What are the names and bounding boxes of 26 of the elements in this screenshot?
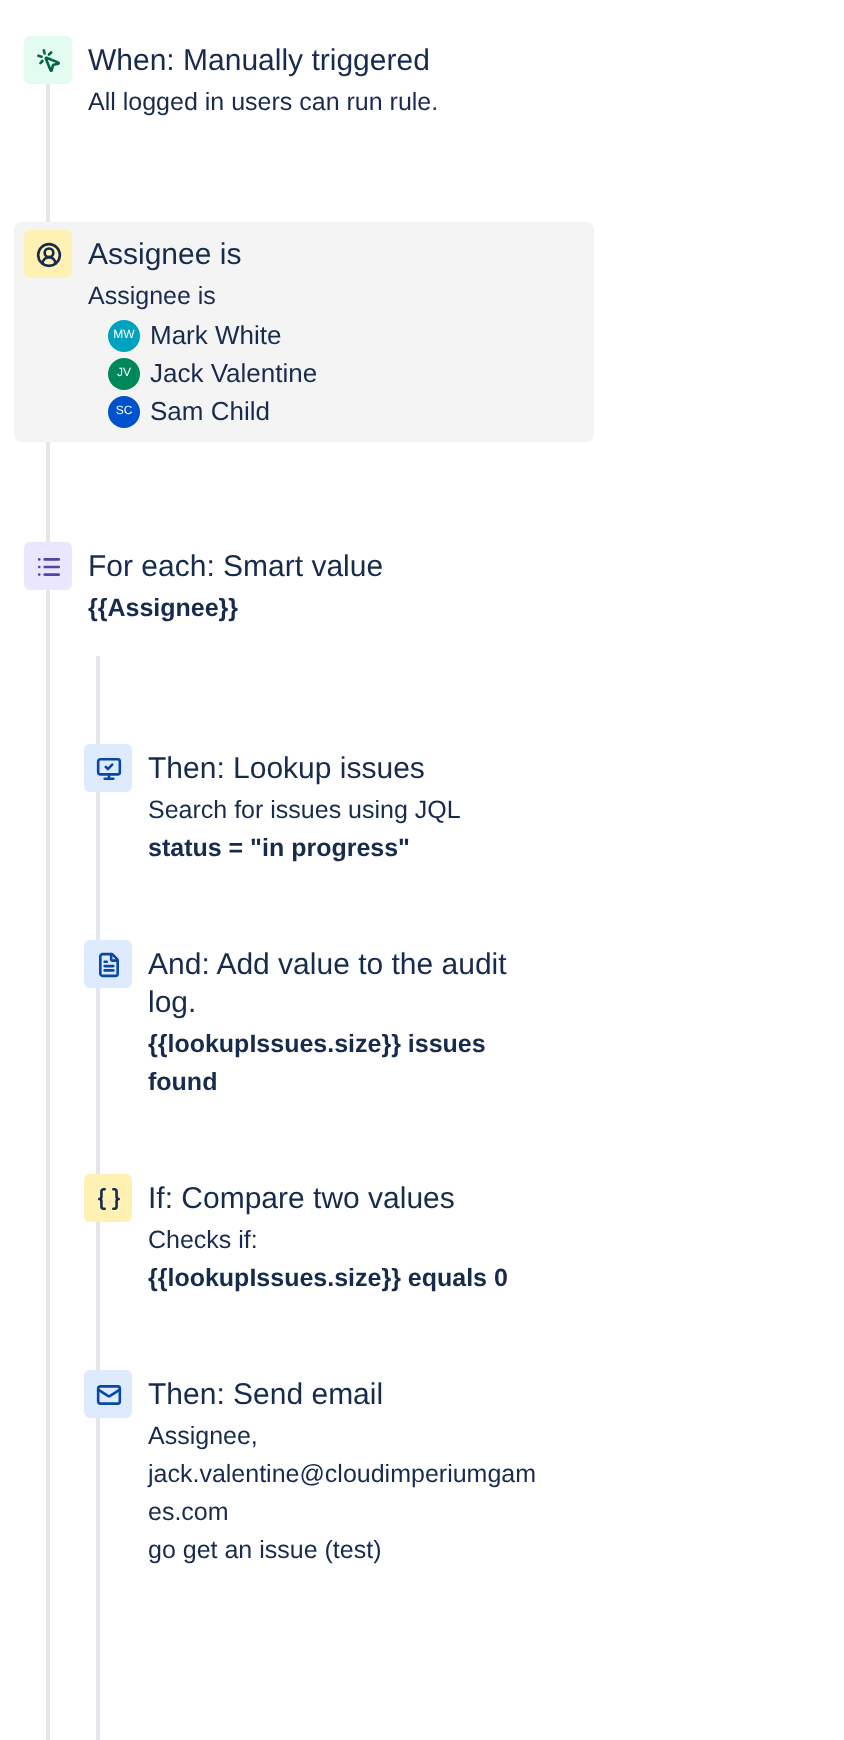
step-detail: {{lookupIssues.size}} equals 0 [148,1262,508,1296]
document-icon [84,940,132,988]
user-name: Sam Child [150,394,270,430]
step-title: When: Manually triggered [88,42,432,80]
step-title: If: Compare two values [148,1180,457,1218]
braces-icon [84,1174,132,1222]
mail-icon [84,1370,132,1418]
cursor-click-icon [24,36,72,84]
user-name: Mark White [150,318,282,354]
list-icon [24,542,72,590]
step-title: For each: Smart value [88,548,384,586]
step-title: Then: Send email [148,1376,386,1414]
monitor-icon [84,744,132,792]
user-name: Jack Valentine [150,356,318,392]
step-title: Assignee is [88,236,244,274]
step-detail: Checks if: [148,1224,260,1258]
step-detail: Assignee, [148,1420,260,1454]
step-detail: {{Assignee}} [88,592,241,626]
step-detail: All logged in users can run rule. [88,86,439,120]
step-detail: Assignee is [88,280,218,314]
step-detail: status = "in progress" [148,832,412,866]
step-detail: Search for issues using JQL [148,794,461,828]
step-title: And: Add value to the audit log. [148,946,509,1022]
step-title: Then: Lookup issues [148,750,427,788]
step-detail: {{lookupIssues.size}} issues found [148,1028,488,1100]
step-detail: go get an issue (test) [148,1534,384,1568]
